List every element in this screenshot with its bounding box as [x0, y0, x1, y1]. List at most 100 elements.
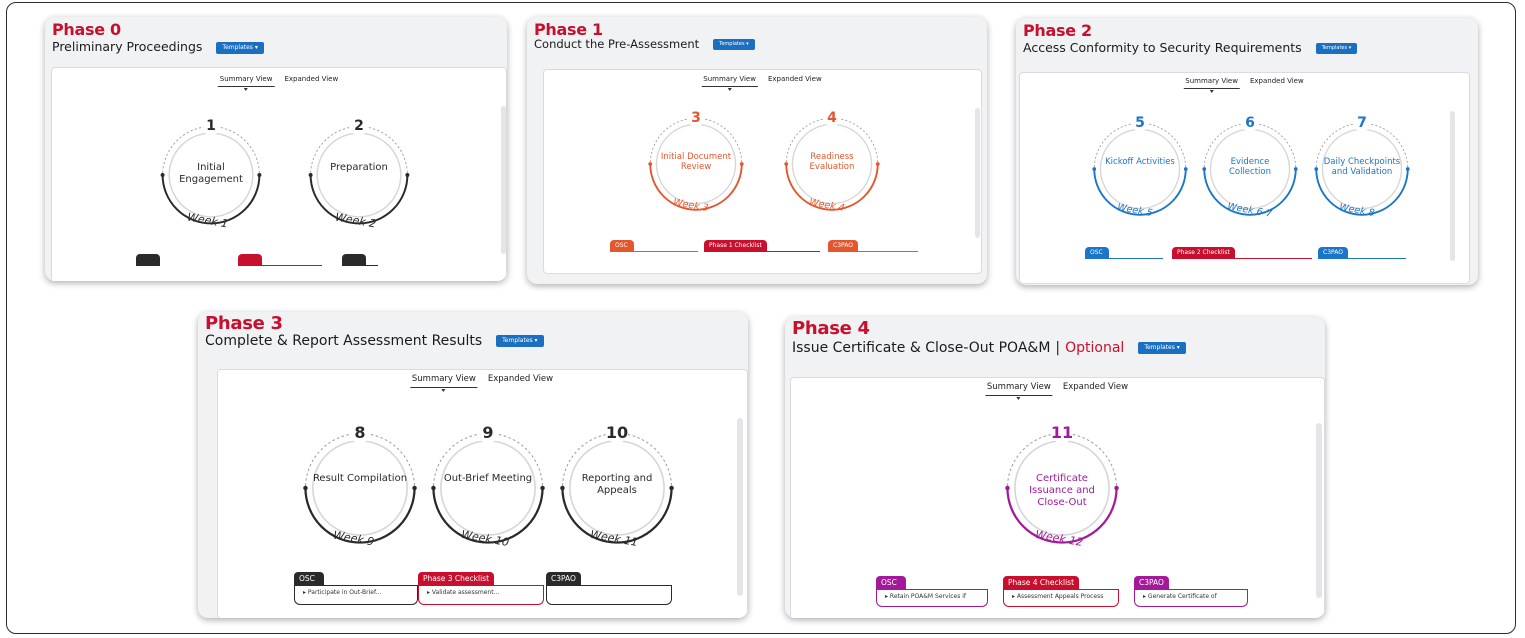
arc-node: [308, 173, 313, 177]
role-tab[interactable]: OSC: [1085, 247, 1163, 265]
subtitle-separator: |: [1055, 340, 1061, 356]
scrollbar[interactable]: [737, 418, 743, 596]
step-label: Preparation: [330, 161, 388, 173]
templates-button[interactable]: Templates ▾: [1315, 43, 1358, 54]
role-tab[interactable]: C3PAO: [828, 240, 918, 258]
step-number: 5: [1135, 115, 1145, 131]
arc-node: [431, 485, 436, 491]
phase-card-2: Phase 2 Access Conformity to Security Req…: [1016, 18, 1478, 285]
role-tab-underline: [828, 251, 918, 252]
flow-panel: Summary View Expanded View 11 Certificate I…: [790, 377, 1325, 618]
templates-button[interactable]: Templates ▾: [713, 39, 755, 50]
step-ring: [303, 423, 417, 544]
role-tab-label: Phase 2 Checklist: [1172, 247, 1235, 258]
expanded-view-tab[interactable]: Expanded View: [486, 375, 555, 387]
summary-view-tab[interactable]: Summary View: [217, 76, 275, 91]
expanded-view-tab[interactable]: Expanded View: [1248, 78, 1306, 88]
phase-subtitle-text: Conduct the Pre-Assessment: [534, 37, 700, 51]
role-tab[interactable]: C3PAO: [1318, 247, 1406, 265]
arc-node: [669, 485, 674, 491]
role-tab-label: OSC: [1085, 247, 1109, 258]
step-number: 4: [827, 110, 837, 126]
templates-button[interactable]: Templates ▾: [496, 335, 544, 347]
step-label: Reporting and Appeals: [581, 473, 653, 497]
scrollbar[interactable]: [975, 108, 980, 238]
role-tab[interactable]: [342, 254, 378, 272]
phase-title: Phase 3: [205, 313, 283, 334]
step-number: 9: [482, 423, 494, 442]
step-label: Readiness Evaluation: [809, 151, 855, 172]
view-toggle: Summary View Expanded View: [409, 375, 555, 391]
scrollbar[interactable]: [501, 106, 506, 254]
arc-node: [560, 485, 565, 491]
phase-subtitle: Conduct the Pre-Assessment Templates ▾: [534, 37, 755, 51]
step-label: Out-Brief Meeting: [443, 473, 533, 485]
role-tab-label: OSC: [876, 576, 906, 589]
role-tab[interactable]: [238, 254, 322, 272]
expanded-view-tab[interactable]: Expanded View: [766, 76, 824, 86]
role-tab-box: [546, 584, 672, 605]
view-toggle: Summary View Expanded View: [1183, 78, 1306, 93]
step-number: 10: [605, 423, 629, 442]
role-tab[interactable]: Phase 1 Checklist: [704, 240, 820, 258]
step-label: Initial Document Review: [660, 151, 732, 172]
summary-view-tab[interactable]: Summary View: [701, 76, 758, 91]
role-tab[interactable]: Phase 2 Checklist: [1172, 247, 1312, 265]
role-tab-label: [342, 254, 366, 265]
role-tab-label: OSC: [610, 240, 634, 251]
arc-node: [303, 485, 308, 491]
role-tab-label: C3PAO: [1134, 576, 1169, 589]
arc-node: [648, 162, 653, 166]
role-tab-label: C3PAO: [828, 240, 858, 251]
step-number: 6: [1245, 115, 1255, 131]
subtitle-optional: Optional: [1065, 340, 1125, 356]
phase-title: Phase 4: [792, 318, 870, 339]
phase-card-3: Phase 3 Complete & Report Assessment Resu…: [198, 312, 748, 618]
scrollbar[interactable]: [1316, 423, 1322, 598]
templates-button[interactable]: Templates ▾: [1138, 342, 1186, 354]
role-tab[interactable]: OSC ▸ Participate in Out-Brief...: [294, 572, 418, 605]
role-tab-box: ▸ Generate Certificate of: [1134, 588, 1248, 607]
phase-card-0: Phase 0 Preliminary Proceedings Templates …: [45, 17, 507, 281]
templates-button[interactable]: Templates ▾: [216, 41, 264, 54]
step-circle: 9 Out-Brief Meeting Week 10: [426, 423, 550, 550]
flow-panel: Summary View Expanded View 1 Initial Engage…: [51, 67, 507, 281]
summary-view-tab[interactable]: Summary View: [984, 383, 1053, 399]
flow-panel: Summary View Expanded View 5 Kickoff Activi…: [1019, 72, 1470, 284]
scrollbar[interactable]: [1450, 111, 1455, 261]
role-tab-label: Phase 4 Checklist: [1003, 576, 1080, 589]
role-tab[interactable]: C3PAO ▸ Generate Certificate of: [1134, 576, 1248, 607]
role-tab-box: ▸ Participate in Out-Brief...: [294, 584, 418, 605]
expanded-view-tab[interactable]: Expanded View: [282, 76, 340, 86]
role-tab-underline: [238, 265, 322, 266]
role-tab-label: [238, 254, 262, 265]
inner-ring: [312, 440, 408, 536]
summary-view-tab[interactable]: Summary View: [1183, 78, 1240, 93]
phase-subtitle-text: Preliminary Proceedings: [52, 39, 203, 54]
summary-view-tab[interactable]: Summary View: [409, 375, 478, 391]
role-tab[interactable]: Phase 4 Checklist ▸ Assessment Appeals Pr…: [1003, 576, 1119, 607]
role-tab-underline: [1172, 258, 1312, 259]
role-tab[interactable]: [136, 254, 160, 272]
step-circle: 5 Kickoff Activities Week 5: [1088, 114, 1192, 221]
step-label: Daily Checkpoints and Validation: [1323, 156, 1401, 177]
role-tab-label: C3PAO: [546, 572, 581, 585]
step-number: 8: [354, 423, 366, 442]
role-tab[interactable]: OSC: [610, 240, 698, 258]
phase-card-4: Phase 4 Issue Certificate & Close-Out POA…: [785, 317, 1325, 618]
view-toggle: Summary View Expanded View: [217, 76, 340, 91]
role-tab[interactable]: OSC ▸ Retain POA&M Services if: [876, 576, 988, 607]
arc-node: [405, 173, 410, 177]
phase-subtitle-text: Complete & Report Assessment Results: [205, 333, 483, 349]
phase-subtitle-text: Issue Certificate & Close-Out POA&M: [792, 340, 1051, 356]
role-tab[interactable]: C3PAO: [546, 572, 672, 605]
arc-node: [257, 173, 262, 177]
expanded-view-tab[interactable]: Expanded View: [1061, 383, 1130, 395]
role-tab-underline: [136, 265, 160, 266]
role-tab-text: ▸ Retain POA&M Services if: [885, 592, 967, 600]
role-tab-label: Phase 1 Checklist: [704, 240, 767, 251]
step-label: Initial Engagement: [179, 161, 243, 185]
step-circle: 1 Initial Engagement Week 1: [156, 117, 266, 230]
phase-title: Phase 0: [52, 20, 121, 39]
role-tab[interactable]: Phase 3 Checklist ▸ Validate assessment..…: [418, 572, 544, 605]
